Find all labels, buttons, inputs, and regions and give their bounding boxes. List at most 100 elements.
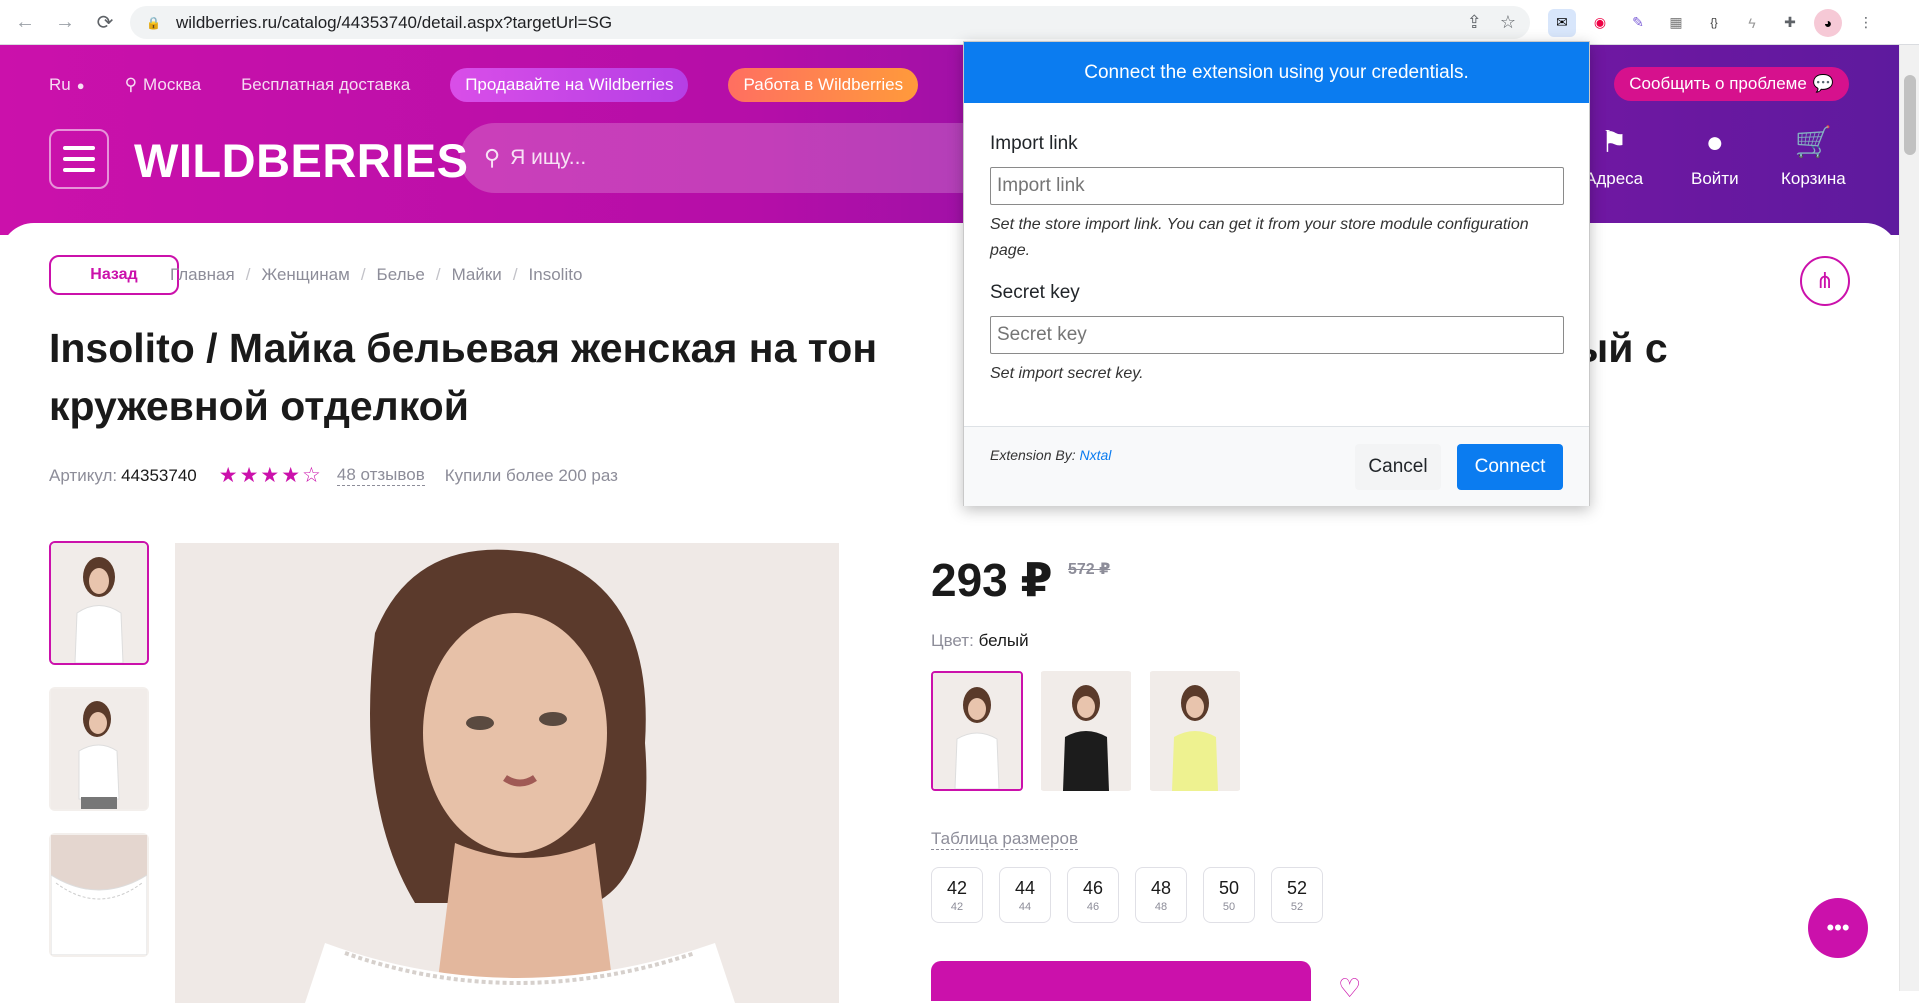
old-price: 572 ₽ [1068, 561, 1111, 578]
share-page-icon[interactable]: ⇪ [1467, 12, 1482, 33]
reviews-link[interactable]: 48 отзывов [336, 465, 425, 486]
site-logo[interactable]: WILDBERRIES [134, 133, 469, 188]
size-ru: 46 [1086, 900, 1100, 913]
crumb-brand[interactable]: Insolito [529, 265, 583, 285]
size-option[interactable]: 44 44 [999, 867, 1051, 923]
main-product-photo[interactable] [175, 543, 839, 1003]
size-option[interactable]: 46 46 [1067, 867, 1119, 923]
size-option[interactable]: 42 42 [931, 867, 983, 923]
breadcrumb: Главная / Женщинам / Белье / Майки / Ins… [170, 265, 582, 285]
swatch-black[interactable] [1040, 671, 1132, 791]
pen-extension-icon[interactable]: ✎ [1624, 9, 1652, 37]
work-at-wb-button[interactable]: Работа в Wildberries [728, 68, 919, 102]
profile-avatar[interactable]: ◕ [1814, 8, 1842, 37]
import-link-label: Import link [990, 133, 1078, 154]
search-placeholder: Я ищу... [510, 146, 587, 169]
report-problem-button[interactable]: Сообщить о проблеме 💬 [1614, 67, 1849, 101]
language-selector[interactable]: Ru ● [49, 75, 85, 95]
size-number: 52 [1286, 877, 1308, 898]
support-chat-button[interactable]: ••• [1808, 898, 1868, 958]
crumb-home[interactable]: Главная [170, 265, 235, 285]
article-value: 44353740 [121, 465, 197, 485]
menu-burger-button[interactable] [49, 129, 109, 189]
thumbnail-image[interactable] [49, 541, 149, 665]
search-icon: ⚲ [484, 145, 501, 170]
product-page: Назад Главная / Женщинам / Белье / Майки… [0, 223, 1899, 1003]
swatch-white[interactable] [931, 671, 1023, 791]
cart-icon: 🛒 [1794, 126, 1833, 159]
extension-author: Extension By: Nxtal [990, 447, 1111, 463]
secret-key-hint: Set import secret key. [990, 365, 1144, 382]
address-bar[interactable]: 🔒 wildberries.ru/catalog/44353740/detail… [130, 6, 1530, 39]
cancel-button[interactable]: Cancel [1355, 444, 1441, 490]
swatch-yellow[interactable] [1149, 671, 1241, 791]
puzzle-icon[interactable]: ✚ [1776, 9, 1804, 37]
sell-on-wb-button[interactable]: Продавайте на Wildberries [450, 68, 689, 102]
nxtal-extension-icon[interactable]: ✉ [1548, 8, 1576, 37]
lock-icon: 🔒 [146, 15, 161, 30]
color-value: белый [978, 631, 1029, 650]
forward-arrow-icon[interactable]: → [52, 9, 78, 35]
current-price: 293 ₽ [931, 554, 1053, 606]
thumbnail-image[interactable] [49, 687, 149, 811]
addresses-button[interactable]: ⚑ Адреса [1585, 127, 1643, 189]
city-selector[interactable]: ⚲ Москва [125, 75, 202, 95]
popup-footer: Extension By: Nxtal Cancel Connect [964, 426, 1589, 506]
thumbnail-image[interactable] [49, 833, 149, 957]
secret-key-input[interactable] [990, 316, 1564, 354]
size-number: 48 [1150, 877, 1172, 898]
size-option[interactable]: 50 50 [1203, 867, 1255, 923]
crumb-tanks[interactable]: Майки [452, 265, 502, 285]
crumb-lingerie[interactable]: Белье [377, 265, 425, 285]
back-arrow-icon[interactable]: ← [12, 9, 38, 35]
cart-label: Корзина [1781, 169, 1846, 188]
crumb-separator: / [245, 265, 251, 284]
browser-toolbar: ← → ⟳ 🔒 wildberries.ru/catalog/44353740/… [0, 0, 1919, 45]
import-link-input[interactable] [990, 167, 1564, 205]
crumb-separator: / [435, 265, 441, 284]
size-table-link[interactable]: Таблица размеров [931, 829, 1078, 850]
json-extension-icon[interactable]: {} [1700, 9, 1728, 37]
article-label: Артикул: [49, 465, 118, 485]
size-ru: 44 [1018, 900, 1032, 913]
size-option[interactable]: 48 48 [1135, 867, 1187, 923]
bookmark-star-icon[interactable]: ☆ [1500, 12, 1516, 33]
favorite-heart-icon[interactable]: ♡ [1338, 973, 1361, 1004]
free-delivery-link[interactable]: Бесплатная доставка [241, 75, 410, 95]
city-label: Москва [143, 75, 202, 94]
extensions-bar: ✉ ◉ ✎ ▦ {} ϟ ✚ ◕ ⋮ [1548, 6, 1880, 39]
extension-popup: Connect the extension using your credent… [963, 41, 1590, 506]
share-button[interactable]: ⋔ [1800, 256, 1850, 306]
color-label: Цвет: [931, 631, 974, 650]
image-extension-icon[interactable]: ▦ [1662, 9, 1690, 37]
addresses-label: Адреса [1585, 169, 1644, 188]
page-scrollbar[interactable] [1899, 45, 1919, 991]
crumb-women[interactable]: Женщинам [261, 265, 349, 285]
crumb-separator: / [360, 265, 366, 284]
product-title-line2: кружевной отделкой [49, 383, 469, 429]
reload-icon[interactable]: ⟳ [92, 9, 118, 35]
popup-header: Connect the extension using your credent… [964, 42, 1589, 103]
menu-dots-icon[interactable]: ⋮ [1852, 9, 1880, 37]
search-input[interactable]: ⚲ Я ищу... [460, 123, 1020, 193]
size-ru: 50 [1222, 900, 1236, 913]
login-button[interactable]: ● Войти [1691, 127, 1739, 189]
language-label: Ru [49, 75, 71, 94]
share-icon: ⋔ [1815, 268, 1835, 293]
cart-button[interactable]: 🛒 Корзина [1781, 127, 1846, 189]
color-extension-icon[interactable]: ◉ [1586, 9, 1614, 37]
bolt-extension-icon[interactable]: ϟ [1738, 9, 1766, 37]
product-meta: Артикул: 44353740 ★★★★☆ 48 отзывов Купил… [49, 463, 618, 488]
author-link[interactable]: Nxtal [1080, 447, 1112, 463]
import-link-hint: Set the store import link. You can get i… [990, 216, 1529, 259]
back-button[interactable]: Назад [49, 255, 179, 295]
crumb-separator: / [512, 265, 518, 284]
size-ru: 42 [950, 900, 964, 913]
size-number: 44 [1014, 877, 1036, 898]
connect-button[interactable]: Connect [1457, 444, 1563, 490]
size-option[interactable]: 52 52 [1271, 867, 1323, 923]
size-number: 50 [1218, 877, 1240, 898]
add-to-cart-button[interactable] [931, 961, 1311, 1001]
popup-form: Import link Set the store import link. Y… [964, 103, 1589, 387]
bought-count: Купили более 200 раз [444, 465, 618, 485]
